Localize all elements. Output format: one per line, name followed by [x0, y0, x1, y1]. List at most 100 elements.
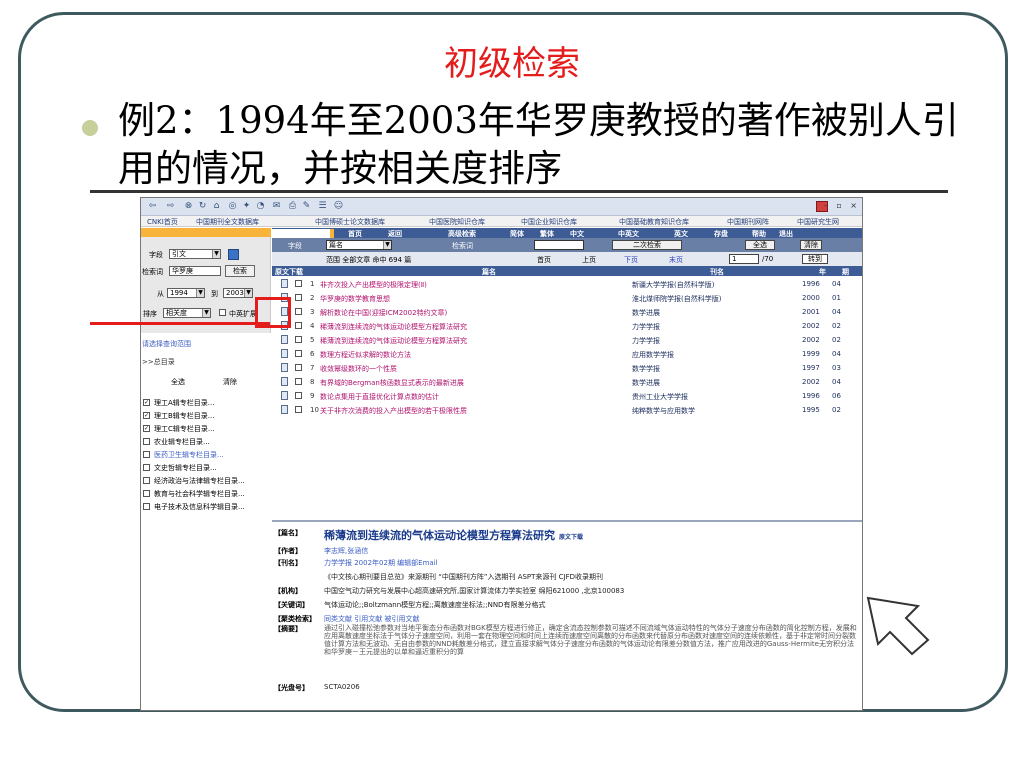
detail-links[interactable]: 同类文献 引用文献 被引用文献	[324, 614, 419, 624]
page-input[interactable]: 1	[729, 254, 759, 264]
clear-button[interactable]: 清除	[800, 240, 822, 250]
goto-button[interactable]: 转到	[802, 254, 828, 264]
download-doc-icon[interactable]	[281, 279, 288, 288]
detail-author[interactable]: 李志辉,张涵信	[324, 546, 368, 556]
row-number: 2	[310, 294, 315, 302]
print-icon[interactable]: ⎙	[287, 201, 298, 212]
secondary-keyword-label: 检索词	[452, 242, 473, 250]
nav-graduate-net[interactable]: 中国研究生网	[797, 217, 839, 227]
secondary-keyword-input[interactable]	[534, 240, 584, 250]
detail-journal[interactable]: 力学学报 2002年02期 编辑部Email	[324, 558, 438, 568]
search-button[interactable]: 检索	[225, 265, 255, 277]
back-icon[interactable]: ⇦	[147, 201, 158, 212]
discuss-icon[interactable]: ☰	[317, 201, 328, 212]
row-journal: 力学学报	[632, 323, 660, 331]
detail-title: 稀薄流到连续流的气体运动论模型方程算法研究 原文下载	[324, 527, 583, 543]
detail-download-link[interactable]: 原文下载	[559, 534, 583, 541]
nav-cnki-home[interactable]: CNKI首页	[147, 217, 178, 227]
category-checkbox[interactable]: ✓	[143, 412, 150, 419]
next-page-link[interactable]: 下页	[624, 255, 638, 265]
row-title-link[interactable]: 数论点集用于直接优化计算点数的估计	[320, 392, 439, 402]
row-checkbox[interactable]	[295, 294, 302, 301]
window-controls[interactable]: – ▫ ×	[824, 201, 860, 210]
col-download: 原文下载	[275, 268, 303, 276]
row-title-link[interactable]: 稀薄流到连续流的气体运动论模型方程算法研究	[320, 336, 467, 346]
row-checkbox[interactable]	[295, 378, 302, 385]
secondary-field-select[interactable]: 篇名 ▼	[326, 240, 392, 250]
forward-icon[interactable]: ⇨	[165, 201, 176, 212]
row-checkbox[interactable]	[295, 406, 302, 413]
nav-journal-db[interactable]: 中国期刊全文数据库	[196, 217, 259, 227]
category-checkbox[interactable]	[143, 490, 150, 497]
row-title-link[interactable]: 华罗庚的数学教育思想	[320, 294, 390, 304]
row-year: 1999	[802, 350, 820, 358]
to-year-select[interactable]: 2003 ▼	[223, 288, 253, 298]
row-checkbox[interactable]	[295, 322, 302, 329]
nav-thesis-db[interactable]: 中国博硕士论文数据库	[315, 217, 385, 227]
home-icon[interactable]: ⌂	[211, 201, 222, 212]
nav-education-db[interactable]: 中国基础教育知识仓库	[619, 217, 689, 227]
favorites-icon[interactable]: ✦	[241, 201, 252, 212]
select-all-button[interactable]: 全选	[745, 240, 775, 250]
row-checkbox[interactable]	[295, 364, 302, 371]
row-title-link[interactable]: 有界域的Bergman核函数显式表示的最新进展	[320, 378, 464, 388]
row-title-link[interactable]: 稀薄流到连续流的气体运动论模型方程算法研究	[320, 322, 467, 332]
secondary-search-button[interactable]: 二次检索	[612, 240, 682, 250]
field-select[interactable]: 引文 ▼	[169, 249, 221, 259]
sort-select[interactable]: 相关度 ▼	[163, 308, 211, 318]
row-title-link[interactable]: 非齐次投入产出模型的极限定理(Ⅱ)	[320, 280, 427, 290]
messenger-icon[interactable]: ☺	[333, 201, 344, 212]
refresh-icon[interactable]: ↻	[197, 201, 208, 212]
select-all-link[interactable]: 全选	[171, 377, 185, 387]
download-doc-icon[interactable]	[281, 349, 288, 358]
last-page-link[interactable]: 末页	[669, 255, 683, 265]
keyword-input[interactable]: 华罗庚	[169, 266, 221, 276]
first-page-link[interactable]: 首页	[537, 255, 551, 265]
clear-link[interactable]: 清除	[223, 377, 237, 387]
row-checkbox[interactable]	[295, 280, 302, 287]
row-title-link[interactable]: 数理方程近似求解的数论方法	[320, 350, 411, 360]
row-checkbox[interactable]	[295, 350, 302, 357]
total-dir[interactable]: >>总目录	[142, 357, 175, 367]
category-checkbox[interactable]	[143, 438, 150, 445]
row-checkbox[interactable]	[295, 308, 302, 315]
mail-icon[interactable]: ✉	[271, 201, 282, 212]
category-checkbox[interactable]	[143, 503, 150, 510]
row-journal: 数学学报	[632, 365, 660, 373]
category-checkbox[interactable]	[143, 464, 150, 471]
row-title-link[interactable]: 收敛幂级数环的一个性质	[320, 364, 397, 374]
nav-journal-net[interactable]: 中国期刊网阵	[727, 217, 769, 227]
col-issue: 期	[842, 268, 849, 276]
cursor-shape	[866, 596, 930, 656]
secondary-field-label: 字段	[288, 242, 302, 250]
detail-author-label: 【作者】	[274, 547, 302, 555]
nav-enterprise-db[interactable]: 中国企业知识仓库	[521, 217, 577, 227]
row-journal: 数学进展	[632, 309, 660, 317]
download-doc-icon[interactable]	[281, 405, 288, 414]
from-year-select[interactable]: 1994 ▼	[167, 288, 205, 298]
category-checkbox[interactable]: ✓	[143, 399, 150, 406]
history-icon[interactable]: ◔	[255, 201, 266, 212]
edit-icon[interactable]: ✎	[301, 201, 312, 212]
category-checkbox[interactable]	[143, 451, 150, 458]
table-row: 1 非齐次投入产出模型的极限定理(Ⅱ) 新疆大学学报(自然科学版) 1996 04	[272, 277, 862, 291]
category-checkbox[interactable]: ✓	[143, 425, 150, 432]
search-icon[interactable]: ◎	[227, 201, 238, 212]
row-checkbox[interactable]	[295, 336, 302, 343]
download-doc-icon[interactable]	[281, 391, 288, 400]
prev-page-link[interactable]: 上页	[582, 255, 596, 265]
download-doc-icon[interactable]	[281, 377, 288, 386]
category-checkbox[interactable]	[143, 477, 150, 484]
download-doc-icon[interactable]	[281, 363, 288, 372]
row-title-link[interactable]: 关于非齐次消费的投入产出模型的若干极限性质	[320, 406, 467, 416]
row-issue: 04	[832, 280, 841, 288]
table-header: 原文下载 篇名 刊名 年 期	[272, 266, 862, 276]
row-title-link[interactable]: 解析数论在中国(迎接ICM2002特约文章)	[320, 308, 447, 318]
row-checkbox[interactable]	[295, 392, 302, 399]
nav-hospital-db[interactable]: 中国医院知识仓库	[429, 217, 485, 227]
stop-icon[interactable]: ⊗	[183, 201, 194, 212]
scope-link[interactable]: 请选择查询范围	[142, 339, 191, 349]
help-square-icon[interactable]	[228, 249, 239, 260]
match-checkbox[interactable]	[219, 309, 226, 316]
download-doc-icon[interactable]	[281, 335, 288, 344]
